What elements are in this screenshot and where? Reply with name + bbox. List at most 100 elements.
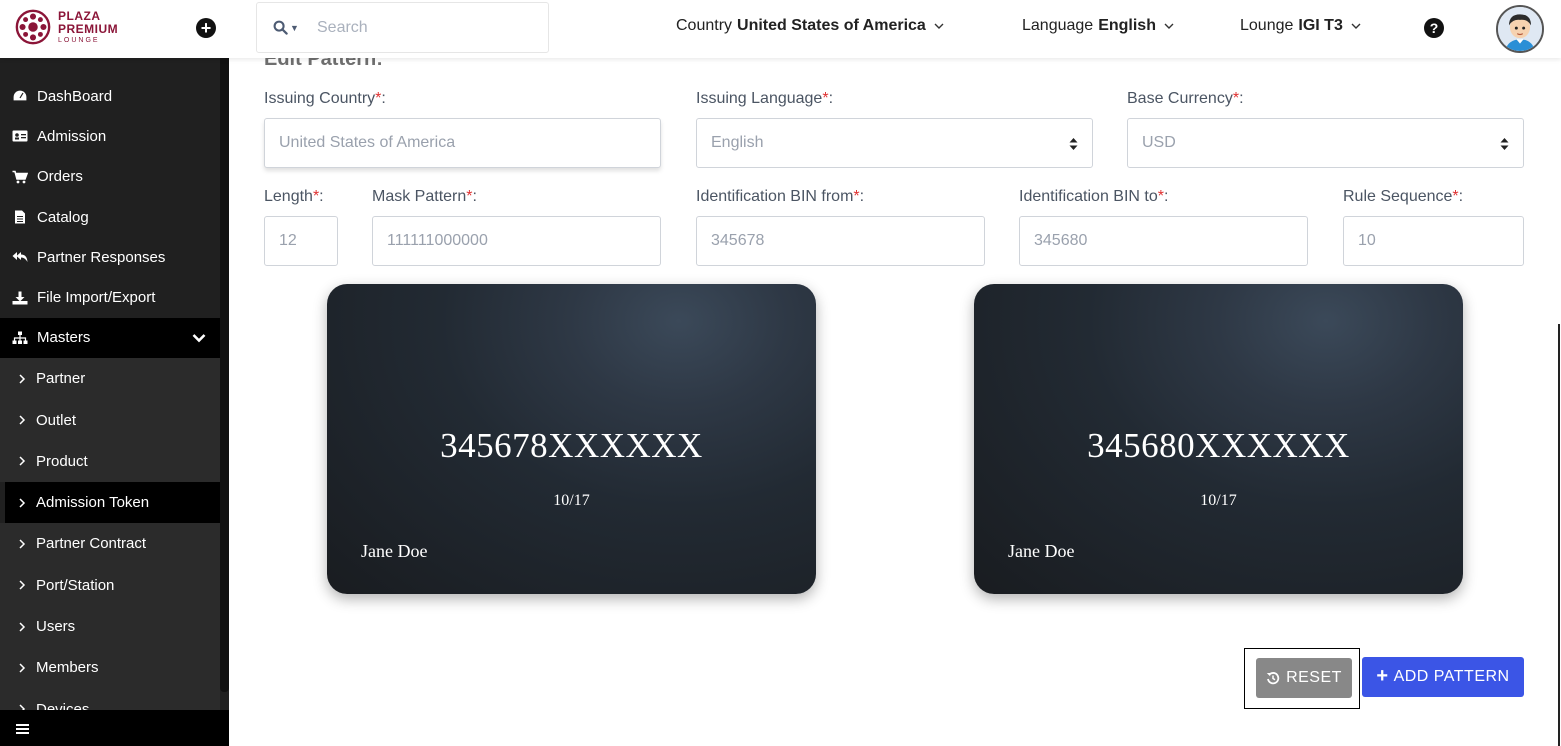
issuing-country-field[interactable]: United States of America bbox=[264, 118, 661, 168]
base-currency-value: USD bbox=[1142, 134, 1176, 151]
search-bar: ▼ bbox=[256, 2, 549, 53]
card-expiry: 10/17 bbox=[1200, 492, 1237, 509]
sidebar-item-masters[interactable]: Masters bbox=[0, 317, 220, 359]
sidebar-subitem-admission-token[interactable]: Admission Token bbox=[5, 481, 220, 524]
required-mark: * bbox=[853, 188, 860, 205]
sidebar-footer bbox=[0, 710, 229, 746]
dashboard-icon bbox=[12, 89, 28, 102]
mask-pattern-label-text: Mask Pattern bbox=[372, 188, 467, 205]
lounge-label: Lounge bbox=[1240, 17, 1294, 34]
bin-from-field[interactable]: 345678 bbox=[696, 216, 985, 266]
language-selector[interactable]: Language English bbox=[1022, 17, 1174, 35]
length-label-text: Length bbox=[264, 188, 313, 205]
page-scrollbar[interactable] bbox=[1558, 324, 1560, 746]
chevron-right-icon bbox=[19, 374, 26, 384]
plus-icon: + bbox=[1376, 664, 1389, 687]
sidebar-item-label: Admission bbox=[37, 127, 107, 145]
search-scope-dropdown[interactable]: ▼ bbox=[273, 20, 305, 35]
add-circle-icon[interactable]: + bbox=[196, 18, 216, 38]
required-mark: * bbox=[375, 90, 382, 107]
caret-down-icon: ▼ bbox=[290, 22, 299, 33]
reset-button-label: RESET bbox=[1286, 669, 1342, 686]
sidebar-item-label: Catalog bbox=[37, 208, 89, 226]
sidebar-item-file-import-export[interactable]: File Import/Export bbox=[0, 277, 220, 317]
avatar[interactable] bbox=[1496, 5, 1544, 53]
required-mark: * bbox=[822, 90, 829, 107]
sidebar-subitem-label: Users bbox=[36, 618, 76, 635]
sitemap-icon bbox=[12, 331, 28, 344]
id-card-icon bbox=[12, 130, 28, 142]
card-number: 345678XXXXXX bbox=[440, 426, 703, 465]
lounge-selector[interactable]: Lounge IGI T3 bbox=[1240, 17, 1361, 35]
add-pattern-button-label: ADD PATTERN bbox=[1393, 668, 1510, 685]
country-selector[interactable]: Country United States of America bbox=[676, 17, 944, 35]
sort-arrows-icon bbox=[1500, 138, 1509, 150]
sidebar-subitem-port-station[interactable]: Port/Station bbox=[0, 564, 220, 606]
help-icon[interactable]: ? bbox=[1424, 18, 1444, 38]
chevron-right-icon bbox=[19, 621, 26, 632]
sidebar-subitem-label: Partner bbox=[36, 370, 86, 388]
sidebar-subitem-users[interactable]: Users bbox=[0, 605, 220, 648]
bin-from-value: 345678 bbox=[711, 232, 765, 249]
sidebar-item-dashboard[interactable]: DashBoard bbox=[0, 76, 220, 116]
file-icon bbox=[15, 210, 25, 224]
rule-sequence-value: 10 bbox=[1358, 232, 1376, 249]
bin-to-field[interactable]: 345680 bbox=[1019, 216, 1308, 266]
search-input[interactable] bbox=[317, 18, 517, 37]
language-label: Language bbox=[1022, 17, 1094, 34]
card-preview-to: 345680XXXXXX 10/17 Jane Doe bbox=[974, 284, 1463, 594]
bin-from-label: Identification BIN from*: bbox=[696, 188, 865, 205]
mask-pattern-label: Mask Pattern*: bbox=[372, 188, 477, 205]
issuing-language-select[interactable]: English bbox=[696, 118, 1093, 168]
sidebar-subitem-partner-contract[interactable]: Partner Contract bbox=[0, 523, 220, 565]
sidebar-subitem-label: Admission Token bbox=[36, 494, 150, 512]
hamburger-menu-icon[interactable] bbox=[16, 724, 29, 734]
length-value: 12 bbox=[279, 232, 297, 249]
sidebar-item-admission[interactable]: Admission bbox=[0, 116, 220, 156]
sidebar-menu: DashBoard Admission Orders Catalog Partn… bbox=[0, 76, 220, 730]
sidebar-item-orders[interactable]: Orders bbox=[0, 157, 220, 197]
sidebar-item-label: Masters bbox=[37, 329, 91, 347]
rule-sequence-label-text: Rule Sequence bbox=[1343, 188, 1453, 205]
lounge-value: IGI T3 bbox=[1298, 17, 1343, 34]
sidebar-item-label: File Import/Export bbox=[37, 289, 156, 307]
sidebar-item-label: DashBoard bbox=[37, 87, 113, 105]
base-currency-label: Base Currency*: bbox=[1127, 90, 1244, 107]
sidebar-item-partner-responses[interactable]: Partner Responses bbox=[0, 237, 220, 277]
mask-pattern-field[interactable]: 111111000000 bbox=[372, 216, 661, 266]
length-field[interactable]: 12 bbox=[264, 216, 338, 266]
rule-sequence-field[interactable]: 10 bbox=[1343, 216, 1524, 266]
reset-button[interactable]: RESET bbox=[1256, 658, 1352, 698]
card-expiry: 10/17 bbox=[553, 492, 590, 509]
sidebar-item-catalog[interactable]: Catalog bbox=[0, 197, 220, 237]
issuing-country-label-text: Issuing Country bbox=[264, 90, 376, 107]
reset-button-focus-ring: RESET bbox=[1244, 648, 1360, 709]
history-icon bbox=[1266, 672, 1280, 685]
add-pattern-button[interactable]: + ADD PATTERN bbox=[1362, 657, 1524, 697]
chevron-down-icon bbox=[192, 333, 206, 343]
sidebar-subitem-label: Partner Contract bbox=[36, 535, 147, 553]
issuing-country-label: Issuing Country*: bbox=[264, 90, 386, 107]
sidebar-scrollbar[interactable] bbox=[220, 58, 229, 692]
brand-logo[interactable]: PLAZA PREMIUM LOUNGE bbox=[14, 8, 118, 46]
sidebar-item-label: Orders bbox=[37, 168, 83, 186]
sidebar-subitem-members[interactable]: Members bbox=[0, 647, 220, 689]
base-currency-select[interactable]: USD bbox=[1127, 118, 1524, 168]
language-value: English bbox=[1098, 17, 1156, 34]
main-content: Edit Pattern: Issuing Country*: Issuing … bbox=[229, 48, 1561, 746]
length-label: Length*: bbox=[264, 188, 324, 205]
chevron-right-icon bbox=[19, 456, 26, 466]
sidebar-subitem-product[interactable]: Product bbox=[0, 440, 220, 482]
sidebar-subitem-outlet[interactable]: Outlet bbox=[0, 399, 220, 441]
mask-pattern-value: 111111000000 bbox=[387, 232, 488, 249]
sidebar-subitem-label: Outlet bbox=[36, 411, 77, 429]
user-avatar-icon bbox=[1498, 7, 1542, 51]
chevron-right-icon bbox=[19, 663, 26, 673]
reply-all-icon bbox=[12, 252, 28, 263]
country-value: United States of America bbox=[737, 17, 926, 34]
brand-line-1: PLAZA bbox=[58, 9, 101, 23]
sidebar-subitem-partner[interactable]: Partner bbox=[0, 358, 220, 400]
issuing-language-label-text: Issuing Language bbox=[696, 90, 823, 107]
required-mark: * bbox=[466, 188, 473, 205]
top-bar: PLAZA PREMIUM LOUNGE + ▼ Country United … bbox=[0, 0, 1561, 58]
